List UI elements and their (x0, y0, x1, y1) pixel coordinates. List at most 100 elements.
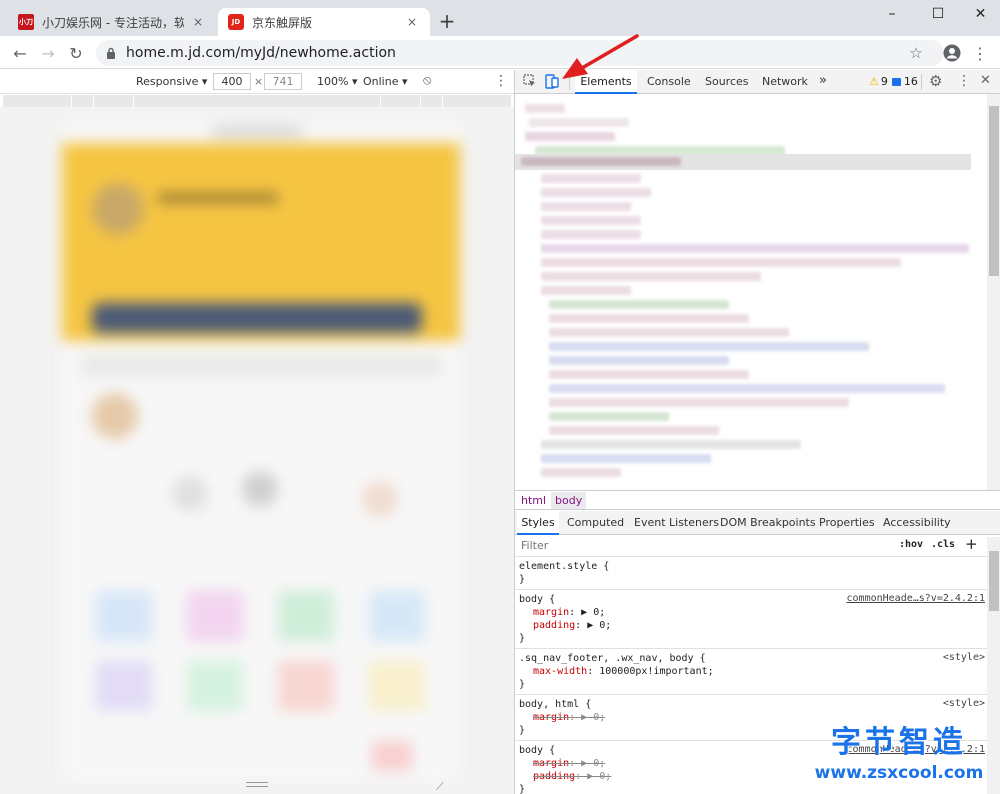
issues-counter[interactable]: ⚠ 9 16 (869, 75, 918, 88)
item-blur (242, 471, 278, 507)
rotate-button[interactable]: ⦸ (423, 73, 431, 88)
media-query-ruler[interactable] (3, 95, 511, 107)
tab-elements[interactable]: Elements (575, 70, 637, 94)
css-property-overridden[interactable]: margin: ▶ 0; (519, 711, 983, 724)
close-devtools-button[interactable]: ✕ (980, 73, 991, 88)
forward-button[interactable]: → (36, 41, 60, 65)
network-label: Online (363, 75, 399, 88)
resize-corner-icon[interactable]: ⟋ (436, 780, 444, 794)
resize-handle-bottom[interactable] (246, 782, 268, 787)
tile-blur (278, 591, 334, 641)
tile-blur (369, 661, 425, 711)
breadcrumb-html[interactable]: html (521, 494, 546, 507)
devtools-panel: Elements Console Sources Network » ⚠ 9 1… (514, 70, 1000, 794)
dom-line-blur (541, 216, 641, 225)
tab-console[interactable]: Console (647, 70, 691, 94)
new-tab-button[interactable]: + (436, 10, 458, 32)
class-toggle[interactable]: .cls (931, 539, 955, 550)
rule-close: } (519, 633, 526, 644)
dom-line-blur (525, 132, 615, 141)
minimize-button[interactable]: – (869, 0, 915, 28)
tab-dom-breakpoints[interactable]: DOM Breakpoints (720, 511, 816, 535)
warning-icon: ⚠ (869, 75, 879, 88)
style-rule-nav[interactable]: .sq_nav_footer, .wx_nav, body { <style> … (515, 649, 987, 695)
breadcrumb-body[interactable]: body (551, 492, 587, 509)
viewport-width-input[interactable]: 400 (213, 73, 251, 90)
devtools-menu-button[interactable]: ⋮ (957, 73, 971, 89)
tab-network[interactable]: Network (762, 70, 808, 94)
css-property[interactable]: padding: ▶ 0; (519, 619, 983, 632)
property-name: margin (533, 712, 570, 723)
item-blur (92, 393, 138, 439)
tab-computed[interactable]: Computed (567, 511, 624, 535)
rule-selector: element.style { (519, 561, 610, 572)
tab-sources[interactable]: Sources (705, 70, 749, 94)
tab-styles[interactable]: Styles (517, 511, 559, 535)
tab-close-icon[interactable]: × (190, 15, 206, 29)
tab-event-listeners[interactable]: Event Listeners (634, 511, 719, 535)
toggle-device-toolbar-button[interactable] (545, 74, 559, 92)
scrollbar-thumb[interactable] (989, 551, 999, 611)
tab-title: 小刀娱乐网 - 专注活动，软件， (42, 15, 184, 30)
rule-source-link[interactable]: commonHeade…s?v=2.4.2:1 (847, 593, 985, 604)
browser-tab-xiaodao[interactable]: 小刀 小刀娱乐网 - 专注活动，软件， × (8, 8, 216, 36)
tab-accessibility[interactable]: Accessibility (883, 511, 951, 535)
dom-line-blur (541, 230, 641, 239)
css-property[interactable]: margin: ▶ 0; (519, 606, 983, 619)
tile-blur (278, 661, 334, 711)
rule-selector: .sq_nav_footer, .wx_nav, body { (519, 653, 706, 664)
tab-close-icon[interactable]: × (404, 15, 420, 29)
browser-tab-jd[interactable]: JD 京东触屏版 × (218, 8, 430, 36)
reload-button[interactable]: ↻ (64, 41, 88, 65)
message-count: 16 (903, 75, 918, 88)
property-value: ▶ 0; (581, 758, 606, 769)
dom-line-blur (541, 286, 631, 295)
styles-filter-input[interactable] (519, 537, 891, 554)
devtools-settings-button[interactable]: ⚙ (929, 72, 942, 90)
close-window-button[interactable]: ✕ (961, 0, 1000, 28)
hover-state-toggle[interactable]: :hov (899, 539, 923, 550)
zoom-dropdown[interactable]: 100% ▾ (317, 75, 357, 88)
dom-tree-scrollbar[interactable] (987, 94, 1000, 490)
devtools-tab-bar: Elements Console Sources Network » ⚠ 9 1… (515, 70, 1000, 94)
device-toggle-icon (545, 74, 559, 89)
mobile-page-preview[interactable] (62, 121, 460, 781)
order-row-blur (82, 356, 442, 376)
back-button[interactable]: ← (8, 41, 32, 65)
emulated-viewport: ⟋ (0, 107, 514, 794)
dom-line-blur (529, 118, 629, 127)
more-tabs-button[interactable]: » (819, 69, 827, 93)
new-style-rule-button[interactable]: + (965, 535, 978, 553)
property-value: ▶ 0; (581, 607, 606, 618)
profile-button[interactable] (940, 41, 964, 65)
toolbar-divider (569, 74, 570, 90)
property-value: ▶ 0; (587, 771, 612, 782)
css-property[interactable]: max-width: 100000px!important; (519, 665, 983, 678)
scrollbar-thumb[interactable] (989, 106, 999, 276)
rotate-icon: ⦸ (423, 73, 432, 88)
tab-strip: 小刀 小刀娱乐网 - 专注活动，软件， × JD 京东触屏版 × + – ☐ ✕ (0, 0, 1000, 36)
style-rule-body[interactable]: body { commonHeade…s?v=2.4.2:1 margin: ▶… (515, 590, 987, 649)
network-throttle-dropdown[interactable]: Online ▾ (363, 75, 408, 88)
dom-tree[interactable] (515, 94, 987, 492)
forward-arrow-icon: → (41, 43, 55, 63)
address-bar[interactable]: home.m.jd.com/myJd/newhome.action (96, 40, 944, 66)
browser-menu-button[interactable]: ⋮ (968, 41, 992, 65)
device-toolbar-menu-button[interactable]: ⋮ (494, 73, 508, 89)
tile-blur (96, 591, 152, 641)
bookmark-star-button[interactable]: ☆ (904, 41, 928, 65)
times-sign: × (254, 75, 264, 88)
ruler-divider (380, 95, 381, 107)
maximize-button[interactable]: ☐ (915, 0, 961, 28)
inspect-element-button[interactable] (523, 74, 537, 91)
ruler-divider (93, 95, 94, 107)
property-name: padding (533, 771, 576, 782)
page-header-blur (212, 127, 302, 135)
device-mode-dropdown[interactable]: Responsive ▾ (136, 75, 207, 88)
property-value: ▶ 0; (587, 620, 612, 631)
inspect-cursor-icon (523, 74, 535, 87)
viewport-height-input[interactable]: 741 (264, 73, 302, 90)
style-rule-element[interactable]: element.style { } (515, 557, 987, 590)
tab-properties[interactable]: Properties (819, 511, 875, 535)
tile-blur (187, 591, 243, 641)
